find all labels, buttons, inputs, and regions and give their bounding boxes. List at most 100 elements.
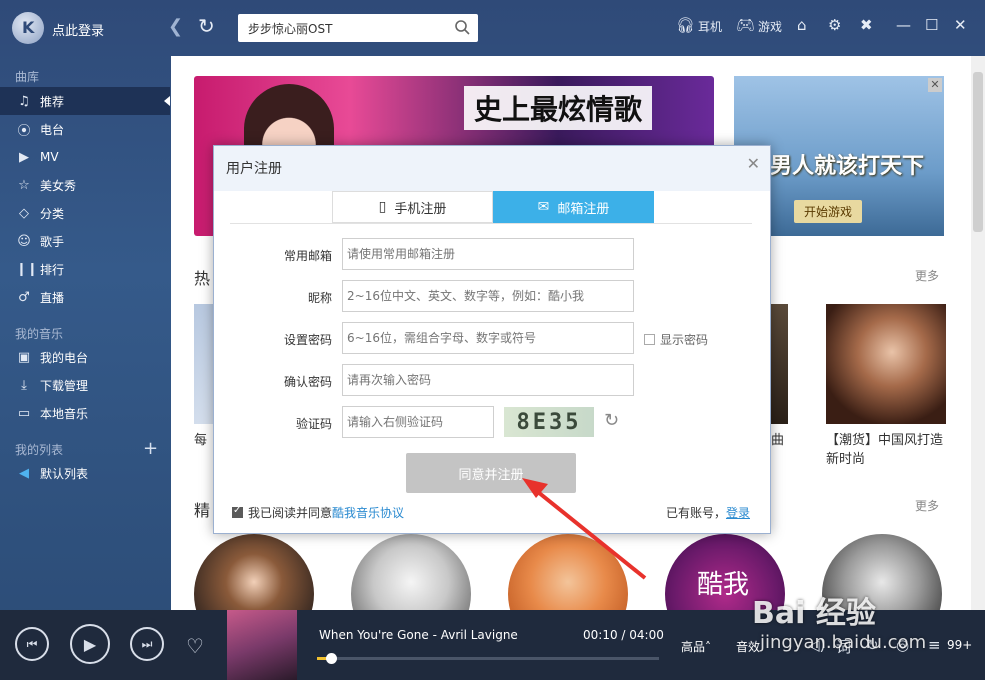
sidebar-item-label: 推荐 [40, 94, 65, 109]
person-icon: ☺ [17, 233, 31, 249]
album-cover[interactable] [227, 610, 297, 680]
gear-icon[interactable]: ⚙ [828, 16, 841, 34]
dialog-title: 用户注册 [226, 161, 282, 177]
sidebar-item-singer[interactable]: ☺ 歌手 [0, 227, 170, 255]
confirm-password-label: 确认密码 [283, 375, 332, 389]
nickname-label: 昵称 [307, 291, 332, 305]
refresh-icon[interactable]: ↻ [198, 14, 215, 38]
captcha-image[interactable]: 8E35 [504, 407, 594, 437]
sidebar-item-label: 排行 [40, 262, 65, 277]
sound-effect-button[interactable]: 音效 [736, 638, 760, 655]
fine-section-title: 精 [194, 501, 211, 520]
ad-close-icon[interactable]: ✕ [928, 78, 942, 92]
nickname-field[interactable] [342, 280, 634, 312]
scrollbar-thumb[interactable] [973, 72, 983, 232]
tab-label: 手机注册 [394, 201, 447, 217]
ad-start-button[interactable]: 开始游戏 [794, 200, 863, 223]
tag-icon: ◇ [19, 205, 29, 221]
progress-bar[interactable] [317, 653, 659, 664]
chart-bars-icon: ❙❙ [16, 261, 38, 277]
playlist-title[interactable]: 曲 [771, 431, 784, 450]
sidebar-item-recommend[interactable]: ♫ 推荐 [0, 87, 170, 115]
maximize-icon[interactable]: ☐ [925, 16, 938, 34]
sidebar-item-live[interactable]: ♂ 直播 [0, 283, 170, 311]
next-icon[interactable]: ⏭︎ [130, 627, 164, 661]
sidebar-item-default-list[interactable]: ◀ 默认列表 [0, 459, 170, 487]
playlist-thumb[interactable] [826, 304, 946, 424]
sidebar-item-ranking[interactable]: ❙❙ 排行 [0, 255, 170, 283]
earphone-link[interactable]: 耳机 [698, 18, 722, 35]
radio-icon: ⦿ [17, 123, 31, 139]
captcha-field[interactable] [342, 406, 494, 438]
phone-icon: ▯ [378, 199, 387, 215]
quality-label: 高品 [681, 640, 706, 654]
captcha-label: 验证码 [295, 417, 332, 431]
sidebar-item-radio[interactable]: ⦿ 电台 [0, 115, 170, 143]
tab-email-register[interactable]: ✉ 邮箱注册 [493, 191, 654, 223]
compact-mode-icon[interactable]: ✖ [860, 16, 873, 34]
main-scrollbar[interactable] [971, 56, 985, 610]
sidebar-item-label: 歌手 [40, 234, 65, 249]
playlist-count: 99+ [947, 638, 973, 652]
password-field[interactable] [342, 322, 634, 354]
sidebar-item-mv[interactable]: ▶ MV [0, 143, 170, 171]
login-link[interactable]: 登录 [726, 506, 750, 520]
circle-label: 酷我 [697, 570, 750, 600]
heart-icon[interactable]: ♡ [186, 634, 204, 658]
skin-shirt-icon[interactable]: ⌂ [797, 16, 807, 34]
tab-label: 邮箱注册 [557, 201, 610, 217]
playlist-title[interactable]: 每 [194, 431, 207, 450]
agreement-link[interactable]: 酷我音乐协议 [332, 504, 404, 521]
progress-knob[interactable] [325, 653, 337, 664]
add-list-icon[interactable]: + [143, 438, 158, 459]
headphone-icon[interactable]: 🎧︎ [676, 16, 695, 34]
refresh-captcha-icon[interactable]: ↻ [604, 410, 619, 431]
sidebar-item-label: 直播 [40, 290, 65, 305]
dialog-header: 用户注册 ✕ [214, 146, 770, 191]
register-dialog: 用户注册 ✕ ▯ 手机注册 ✉ 邮箱注册 常用邮箱 昵称 设置密码 显示密码 确认密… [213, 145, 771, 534]
previous-icon[interactable]: ⏮︎ [15, 627, 49, 661]
quality-selector[interactable]: 高品˄ [681, 638, 711, 655]
confirm-password-field[interactable] [342, 364, 634, 396]
search-icon[interactable] [454, 19, 470, 35]
back-arrow-icon[interactable]: ❮ [168, 16, 183, 37]
artist-circle[interactable] [194, 534, 314, 610]
sidebar-item-category[interactable]: ◇ 分类 [0, 199, 170, 227]
sidebar-item-label: 分类 [40, 206, 65, 221]
close-icon[interactable]: ✕ [747, 154, 760, 173]
star-icon: ☆ [18, 177, 30, 193]
playlist-thumb[interactable] [768, 304, 788, 424]
sidebar-item-download[interactable]: ⤓ 下载管理 [0, 371, 170, 399]
game-link[interactable]: 游戏 [758, 18, 782, 35]
search-input[interactable] [238, 14, 438, 42]
agree-register-button[interactable]: 同意并注册 [406, 453, 576, 493]
tab-phone-register[interactable]: ▯ 手机注册 [332, 191, 493, 223]
search-box [238, 14, 478, 42]
artist-circle[interactable] [351, 534, 471, 610]
monitor-icon: ▭ [17, 405, 31, 421]
artist-circle[interactable] [508, 534, 628, 610]
show-password-checkbox[interactable]: 显示密码 [644, 331, 708, 348]
sidebar-item-label: MV [40, 150, 59, 164]
hot-more-link[interactable]: 更多 [915, 267, 939, 284]
sidebar-item-my-radio[interactable]: ▣ 我的电台 [0, 343, 170, 371]
app-logo-icon[interactable] [12, 12, 44, 44]
tab-divider [230, 223, 752, 224]
login-link[interactable]: 点此登录 [52, 20, 104, 39]
speaker-icon: ◀ [19, 465, 29, 481]
close-icon[interactable]: ✕ [954, 16, 967, 34]
agree-checkbox[interactable] [232, 505, 243, 518]
fine-more-link[interactable]: 更多 [915, 497, 939, 514]
checkbox-box[interactable] [644, 334, 655, 345]
song-title[interactable]: When You're Gone - Avril Lavigne [319, 628, 518, 642]
play-time: 00:10 / 04:00 [583, 628, 664, 642]
gamepad-icon[interactable]: 🎮︎ [736, 16, 755, 34]
agreement-row: 我已阅读并同意酷我音乐协议 [232, 504, 404, 521]
play-icon[interactable]: ▶ [70, 624, 110, 664]
minimize-icon[interactable]: — [896, 16, 911, 34]
email-field[interactable] [342, 238, 634, 270]
sidebar-item-beauty-show[interactable]: ☆ 美女秀 [0, 171, 170, 199]
sidebar-item-local-music[interactable]: ▭ 本地音乐 [0, 399, 170, 427]
playlist-title[interactable]: 【潮货】中国风打造新时尚 [826, 431, 951, 469]
playlist-icon[interactable]: ≡ [928, 636, 941, 654]
